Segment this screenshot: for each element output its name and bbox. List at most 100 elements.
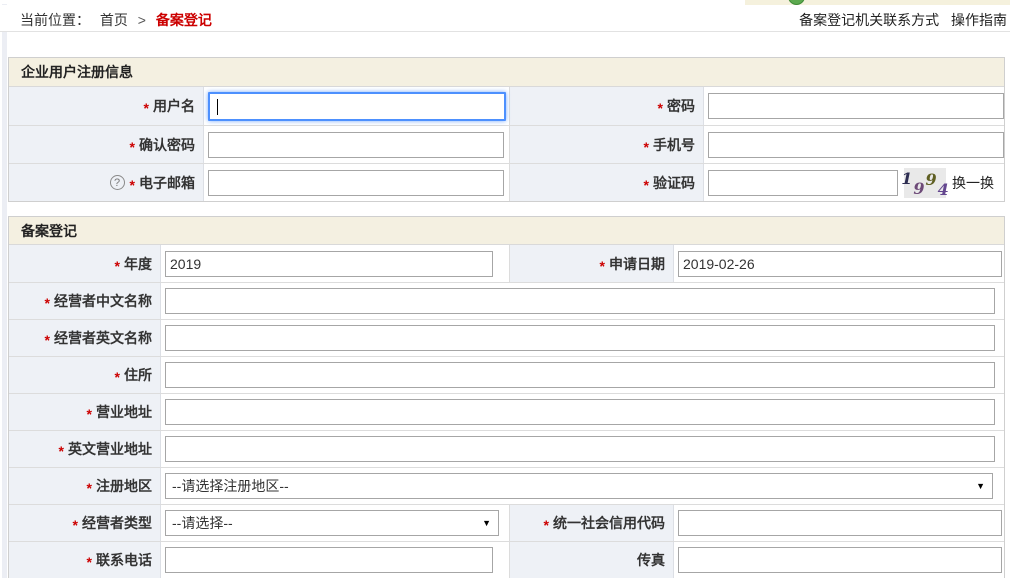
mobile-label: 手机号 [653,135,695,155]
required-asterisk: * [544,517,549,533]
mobile-label-cell: * 手机号 [509,126,704,163]
contact-phone-label: 联系电话 [96,550,152,570]
mobile-input-cell [704,126,1004,163]
operator-cn-name-input-cell [161,283,1004,319]
year-input[interactable] [165,251,493,277]
fax-label: 传真 [637,550,665,570]
form-row-phone-fax: * 联系电话 传真 [9,541,1004,578]
breadcrumb-location-label: 当前位置： [20,12,90,28]
required-asterisk: * [600,258,605,274]
contact-phone-input-cell [161,542,509,578]
business-address-input-cell [161,394,1004,430]
breadcrumb-current-page: 备案登记 [156,12,212,28]
captcha-image[interactable]: 1 9 9 4 [904,168,946,198]
help-icon[interactable]: ? [110,175,125,190]
required-asterisk: * [87,406,92,422]
mobile-input[interactable] [708,132,1004,158]
breadcrumb-bar: 当前位置： 首页 > 备案登记 备案登记机关联系方式 操作指南 [0,5,1010,32]
required-asterisk: * [130,177,135,193]
form-row-register-region: * 注册地区 --请选择注册地区-- [9,467,1004,504]
captcha-digit: 1 [901,171,912,198]
required-asterisk: * [644,177,649,193]
confirm-password-input-cell [204,126,509,163]
registration-section: 企业用户注册信息 * 用户名 * 密码 * 确 [8,57,1005,202]
form-content: 企业用户注册信息 * 用户名 * 密码 * 确 [8,57,1005,578]
username-input-cell [204,87,509,125]
captcha-digit: 9 [926,172,937,198]
operator-cn-name-input[interactable] [165,288,995,314]
operator-en-name-label: 经营者英文名称 [54,328,152,348]
required-asterisk: * [644,139,649,155]
required-asterisk: * [45,332,50,348]
form-row-en-name: * 经营者英文名称 [9,319,1004,356]
filing-section: 备案登记 * 年度 * 申请日期 * 经营者中文名称 [8,216,1005,578]
form-row-username-password: * 用户名 * 密码 [9,87,1004,125]
contact-phone-input[interactable] [165,547,493,573]
required-asterisk: * [115,369,120,385]
form-row-en-business-address: * 英文营业地址 [9,430,1004,467]
year-label-cell: * 年度 [9,245,161,282]
required-asterisk: * [87,554,92,570]
captcha-label-cell: * 验证码 [509,164,704,201]
en-business-address-input[interactable] [165,436,995,462]
apply-date-label: 申请日期 [609,254,665,274]
breadcrumb: 当前位置： 首页 > 备案登记 [20,10,218,30]
credit-code-input[interactable] [678,510,1002,536]
captcha-digit: 4 [938,182,949,198]
form-row-confirm-mobile: * 确认密码 * 手机号 [9,125,1004,163]
confirm-password-label-cell: * 确认密码 [9,126,204,163]
page-left-gutter [2,4,7,578]
password-input[interactable] [708,93,1004,119]
year-label: 年度 [124,254,152,274]
register-region-select[interactable]: --请选择注册地区-- [165,473,993,499]
form-row-residence: * 住所 [9,356,1004,393]
operation-guide-link[interactable]: 操作指南 [951,12,1007,28]
username-label: 用户名 [153,96,195,116]
apply-date-label-cell: * 申请日期 [509,245,674,282]
operator-en-name-input-cell [161,320,1004,356]
captcha-refresh-link[interactable]: 换一换 [952,173,994,193]
filing-section-title: 备案登记 [9,217,1004,245]
captcha-input-cell: 1 9 9 4 换一换 [704,164,1004,201]
form-row-cn-name: * 经营者中文名称 [9,282,1004,319]
required-asterisk: * [73,517,78,533]
operator-type-select[interactable]: --请选择-- [165,510,499,536]
captcha-label: 验证码 [653,173,695,193]
email-input[interactable] [208,170,504,196]
form-row-type-creditcode: * 经营者类型 --请选择-- * 统一社会信用代码 [9,504,1004,541]
residence-input-cell [161,357,1004,393]
captcha-digit: 9 [913,181,924,198]
residence-input[interactable] [165,362,995,388]
fax-label-cell: 传真 [509,542,674,578]
residence-label-cell: * 住所 [9,357,161,393]
required-asterisk: * [115,258,120,274]
registration-section-title: 企业用户注册信息 [9,58,1004,87]
email-label-cell: ? * 电子邮箱 [9,164,204,201]
email-label: 电子邮箱 [139,173,195,193]
operator-cn-name-label: 经营者中文名称 [54,291,152,311]
username-input[interactable] [208,92,506,121]
password-label-cell: * 密码 [509,87,704,125]
top-links: 备案登记机关联系方式 操作指南 [791,10,1007,30]
confirm-password-label: 确认密码 [139,135,195,155]
operator-en-name-input[interactable] [165,325,995,351]
captcha-input[interactable] [708,170,898,196]
business-address-input[interactable] [165,399,995,425]
required-asterisk: * [87,480,92,496]
required-asterisk: * [658,100,663,116]
password-input-cell [704,87,1004,125]
text-cursor [217,99,218,115]
required-asterisk: * [130,139,135,155]
fax-input[interactable] [678,547,1002,573]
confirm-password-input[interactable] [208,132,504,158]
breadcrumb-home-link[interactable]: 首页 [100,12,128,28]
fax-input-cell [674,542,1004,578]
breadcrumb-separator: > [138,12,146,28]
apply-date-input[interactable] [678,251,1002,277]
en-business-address-label: 英文营业地址 [68,439,152,459]
contact-phone-label-cell: * 联系电话 [9,542,161,578]
credit-code-label: 统一社会信用代码 [553,513,665,533]
operator-en-name-label-cell: * 经营者英文名称 [9,320,161,356]
contact-authority-link[interactable]: 备案登记机关联系方式 [799,12,939,28]
register-region-select-cell: --请选择注册地区-- [161,468,1004,504]
